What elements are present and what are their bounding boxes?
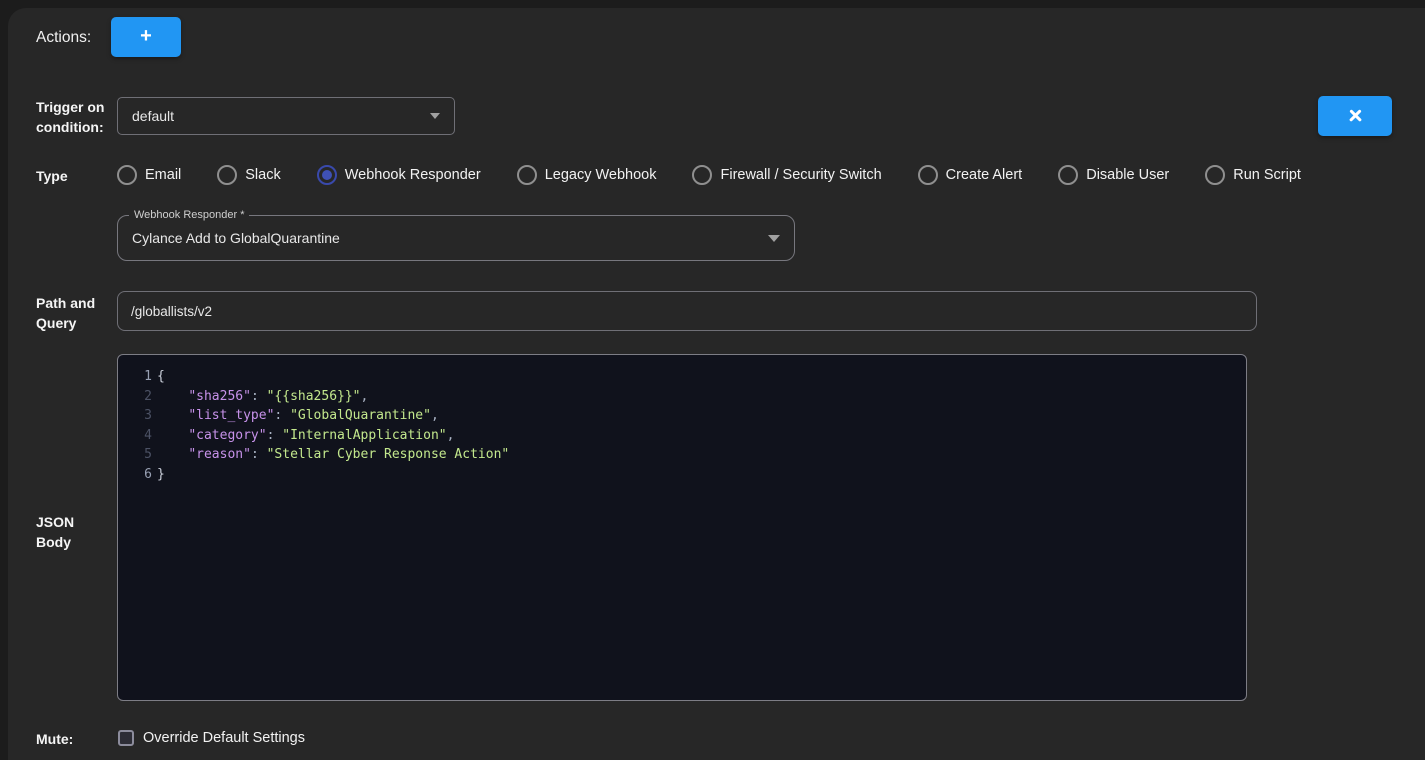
mute-option: Override Default Settings xyxy=(118,730,305,746)
code-line-content: { xyxy=(156,367,165,387)
line-number: 1 xyxy=(118,367,156,387)
radio-selected-icon[interactable] xyxy=(317,165,337,185)
radio-unselected-icon[interactable] xyxy=(1205,165,1225,185)
webhook-responder-select[interactable]: Webhook Responder * Cylance Add to Globa… xyxy=(117,215,795,261)
radio-unselected-icon[interactable] xyxy=(217,165,237,185)
code-line-content: } xyxy=(156,465,165,485)
type-label: Type xyxy=(36,166,68,186)
radio-option-disable-user[interactable]: Disable User xyxy=(1058,165,1169,185)
radio-option-label: Slack xyxy=(245,167,280,183)
line-number: 5 xyxy=(118,445,156,465)
line-number: 2 xyxy=(118,387,156,407)
action-config-panel: Actions: + Trigger on condition: default… xyxy=(8,8,1425,760)
radio-unselected-icon[interactable] xyxy=(117,165,137,185)
code-line: 3 "list_type": "GlobalQuarantine", xyxy=(118,406,1246,426)
radio-option-label: Email xyxy=(145,167,181,183)
code-line-content: "category": "InternalApplication", xyxy=(156,426,454,446)
json-label-line1: JSON xyxy=(36,512,74,532)
path-label-line1: Path and xyxy=(36,293,95,313)
radio-option-firewall-security-switch[interactable]: Firewall / Security Switch xyxy=(692,165,881,185)
webhook-responder-floating-label: Webhook Responder * xyxy=(129,208,249,223)
webhook-responder-select-value: Cylance Add to GlobalQuarantine xyxy=(132,230,760,246)
mute-label: Mute: xyxy=(36,729,73,749)
radio-option-label: Run Script xyxy=(1233,167,1301,183)
path-query-input[interactable] xyxy=(117,291,1257,331)
chevron-down-icon xyxy=(430,113,440,119)
code-line-content: "list_type": "GlobalQuarantine", xyxy=(156,406,439,426)
json-body-editor[interactable]: 1{2 "sha256": "{{sha256}}",3 "list_type"… xyxy=(117,354,1247,701)
radio-unselected-icon[interactable] xyxy=(517,165,537,185)
code-line: 5 "reason": "Stellar Cyber Response Acti… xyxy=(118,445,1246,465)
trigger-label-line2: condition: xyxy=(36,117,104,137)
trigger-condition-select[interactable]: default xyxy=(117,97,455,135)
json-body-label: JSON Body xyxy=(36,512,74,552)
path-query-label: Path and Query xyxy=(36,293,95,333)
line-number: 4 xyxy=(118,426,156,446)
radio-option-label: Legacy Webhook xyxy=(545,167,657,183)
plus-icon: + xyxy=(140,26,152,46)
json-label-line2: Body xyxy=(36,532,74,552)
line-number: 3 xyxy=(118,406,156,426)
type-radio-group: Email Slack Webhook Responder Legacy Webhoo… xyxy=(117,160,1301,190)
radio-unselected-icon[interactable] xyxy=(918,165,938,185)
path-label-line2: Query xyxy=(36,313,95,333)
code-line: 4 "category": "InternalApplication", xyxy=(118,426,1246,446)
trigger-condition-select-value: default xyxy=(132,108,422,124)
trigger-label-line1: Trigger on xyxy=(36,97,104,117)
code-line-content: "sha256": "{{sha256}}", xyxy=(156,387,368,407)
remove-action-button[interactable] xyxy=(1318,96,1392,136)
radio-option-legacy-webhook[interactable]: Legacy Webhook xyxy=(517,165,657,185)
code-line: 6} xyxy=(118,465,1246,485)
radio-option-label: Firewall / Security Switch xyxy=(720,167,881,183)
trigger-condition-label: Trigger on condition: xyxy=(36,97,104,137)
radio-option-create-alert[interactable]: Create Alert xyxy=(918,165,1023,185)
override-default-settings-checkbox[interactable] xyxy=(118,730,134,746)
chevron-down-icon xyxy=(768,235,780,242)
line-number: 6 xyxy=(118,465,156,485)
actions-label: Actions: xyxy=(36,28,91,48)
override-default-settings-label: Override Default Settings xyxy=(143,730,305,746)
radio-unselected-icon[interactable] xyxy=(1058,165,1078,185)
radio-option-label: Webhook Responder xyxy=(345,167,481,183)
add-action-button[interactable]: + xyxy=(111,17,181,57)
radio-option-label: Create Alert xyxy=(946,167,1023,183)
radio-option-slack[interactable]: Slack xyxy=(217,165,280,185)
radio-option-email[interactable]: Email xyxy=(117,165,181,185)
radio-option-label: Disable User xyxy=(1086,167,1169,183)
code-line-content: "reason": "Stellar Cyber Response Action… xyxy=(156,445,509,465)
json-editor-code: 1{2 "sha256": "{{sha256}}",3 "list_type"… xyxy=(118,367,1246,484)
radio-option-run-script[interactable]: Run Script xyxy=(1205,165,1301,185)
code-line: 1{ xyxy=(118,367,1246,387)
code-line: 2 "sha256": "{{sha256}}", xyxy=(118,387,1246,407)
radio-unselected-icon[interactable] xyxy=(692,165,712,185)
x-icon xyxy=(1348,109,1363,124)
radio-option-webhook-responder[interactable]: Webhook Responder xyxy=(317,165,481,185)
